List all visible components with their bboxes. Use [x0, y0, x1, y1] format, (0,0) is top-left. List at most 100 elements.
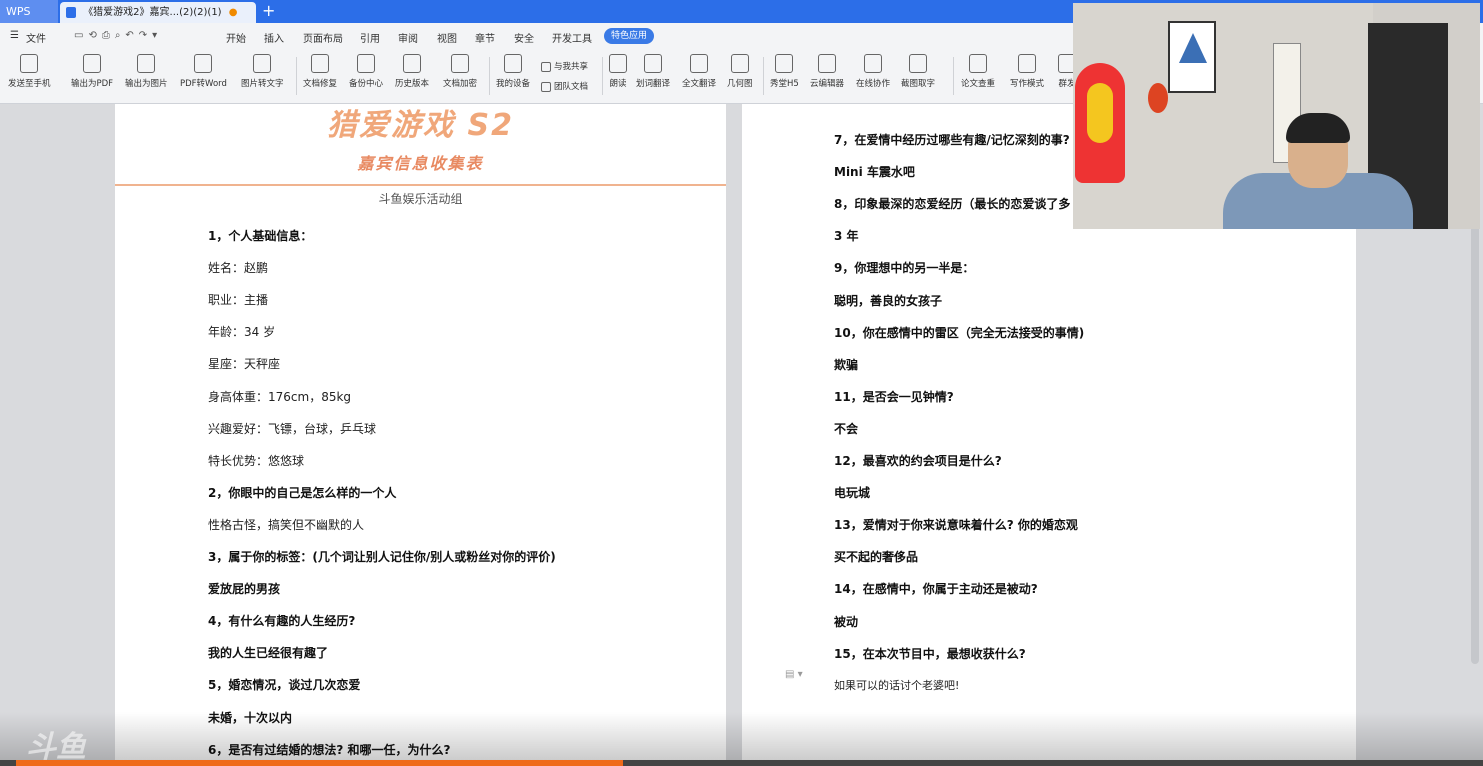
geometry-icon [730, 54, 749, 73]
text-capture-icon [909, 54, 927, 73]
document-tab-label: 《猎爱游戏2》嘉宾...(2)(2)(1) [83, 7, 222, 18]
history-button[interactable]: 历史版本 [395, 54, 429, 89]
menu-security[interactable]: 安全 [514, 30, 534, 45]
read-aloud-button[interactable]: 朗读 [609, 54, 627, 89]
doc-line: 聪明，善良的女孩子 [834, 293, 943, 308]
menu-view[interactable]: 视图 [437, 30, 457, 45]
toolbar-label: 在线协作 [856, 79, 891, 89]
doc-line: 爱放屁的男孩 [208, 582, 281, 597]
collaborate-button[interactable]: 在线协作 [856, 54, 890, 89]
webcam-overlay [1073, 3, 1480, 229]
doc-line: 3，属于你的标签：(几个词让别人记住你/别人或粉丝对你的评价) [208, 550, 556, 564]
toolbar-label: 备份中心 [349, 79, 384, 89]
h5-button[interactable]: 秀堂H5 [770, 54, 799, 89]
doc-repair-button[interactable]: 文档修复 [303, 54, 337, 89]
wps-home-tab[interactable]: WPS [0, 0, 58, 23]
geometry-button[interactable]: 几何图 [727, 54, 753, 89]
translate-icon [644, 54, 662, 73]
writing-mode-button[interactable]: 写作模式 [1010, 54, 1044, 89]
doc-line: Mini 车震水吧 [834, 165, 915, 180]
separator [296, 57, 297, 95]
toolbar-label: 发送至手机 [8, 79, 51, 89]
toolbar-label: 文档修复 [303, 79, 338, 89]
doc-line: 性格古怪，搞笑但不幽默的人 [208, 517, 365, 532]
doc-line: 13，爱情对于你来说意味着什么? 你的婚恋观 [834, 518, 1078, 533]
quick-access-icons[interactable]: ▭⟲⎙⌕↶↷▾ [74, 30, 162, 41]
doc-line: 3 年 [834, 229, 859, 244]
new-tab-button[interactable]: + [262, 0, 275, 22]
image-to-text-button[interactable]: 图片转文字 [241, 54, 284, 89]
toolbar-label: 图片转文字 [241, 79, 284, 89]
doc-line: 职业：主播 [208, 293, 269, 308]
menu-file[interactable]: 文件 [26, 30, 46, 45]
wps-tab-label: WPS [6, 5, 31, 18]
toolbar-label: 朗读 [609, 79, 627, 89]
search-doc-icon [969, 54, 987, 73]
toolbar-label: 与我共享 [554, 62, 589, 72]
toolbar-label: 文档加密 [443, 79, 478, 89]
microphone-icon [609, 54, 627, 73]
separator [602, 57, 603, 95]
pdf-to-word-button[interactable]: PDF转Word [180, 54, 227, 89]
full-translate-button[interactable]: 全文翻译 [682, 54, 716, 89]
menu-review[interactable]: 审阅 [398, 30, 418, 45]
toolbar-label: PDF转Word [180, 79, 227, 89]
doc-line: 买不起的奢侈品 [834, 550, 919, 565]
player-gradient [0, 712, 1483, 760]
toolbar-label: 几何图 [727, 79, 753, 89]
video-progress [16, 760, 623, 766]
export-pdf-button[interactable]: 输出为PDF [71, 54, 113, 89]
doc-line: 4，有什么有趣的人生经历? [208, 614, 356, 629]
send-to-phone-button[interactable]: 发送至手机 [8, 54, 51, 89]
toolbar-label: 我的设备 [496, 79, 531, 89]
doc-line: 8，印象最深的恋爱经历（最长的恋爱谈了多 [834, 197, 1071, 212]
toolbar-label: 全文翻译 [682, 79, 717, 89]
backup-center-button[interactable]: 备份中心 [349, 54, 383, 89]
menu-insert[interactable]: 插入 [264, 30, 284, 45]
separator [489, 57, 490, 95]
document-title: 猎爱游戏 S2 [327, 108, 514, 143]
comment-icon[interactable]: ▤ ▾ [785, 669, 803, 680]
document-page-left[interactable]: 猎爱游戏 S2 嘉宾信息收集表 斗鱼娱乐活动组 1，个人基础信息： 姓名：赵鹏 职业… [115, 104, 726, 766]
doc-line: 7，在爱情中经历过哪些有趣/记忆深刻的事? [834, 133, 1070, 147]
export-image-button[interactable]: 输出为图片 [125, 54, 168, 89]
toolbar-label: 秀堂H5 [770, 79, 799, 89]
hamburger-icon[interactable]: ☰ [10, 30, 19, 41]
shared-with-me-button[interactable]: 与我共享 [541, 60, 588, 72]
paper-check-button[interactable]: 论文查重 [961, 54, 995, 89]
phone-icon [20, 54, 39, 73]
menu-reference[interactable]: 引用 [360, 30, 380, 45]
toolbar-label: 输出为图片 [125, 79, 168, 89]
encrypt-button[interactable]: 文档加密 [443, 54, 477, 89]
unsaved-dot-icon: ● [228, 7, 238, 18]
toolbar-label: 团队文档 [554, 82, 589, 92]
backup-icon [357, 54, 375, 73]
menu-layout[interactable]: 页面布局 [303, 30, 343, 45]
cloud-icon [818, 54, 836, 73]
document-org: 斗鱼娱乐活动组 [378, 192, 463, 206]
doc-line: 姓名：赵鹏 [208, 261, 269, 276]
menu-chapter[interactable]: 章节 [475, 30, 495, 45]
sailboat-icon [1179, 33, 1207, 63]
cloud-editor-button[interactable]: 云编辑器 [810, 54, 844, 89]
screenshot-text-button[interactable]: 截图取字 [901, 54, 935, 89]
repair-icon [311, 54, 329, 73]
doc-line: 不会 [834, 421, 859, 436]
menu-special-apps[interactable]: 特色应用 [604, 28, 655, 44]
toolbar-label: 截图取字 [901, 79, 936, 89]
menu-home[interactable]: 开始 [226, 30, 246, 45]
doc-line: 2，你眼中的自己是怎么样的一个人 [208, 485, 397, 500]
team-docs-button[interactable]: 团队文档 [541, 80, 588, 92]
pen-icon [1018, 54, 1036, 73]
separator [763, 57, 764, 95]
doc-line: 身高体重：176cm，85kg [208, 389, 352, 404]
doc-line: 14，在感情中，你属于主动还是被动? [834, 582, 1038, 597]
doc-line: 我的人生已经很有趣了 [208, 646, 329, 661]
my-device-button[interactable]: 我的设备 [496, 54, 530, 89]
toolbar-label: 云编辑器 [810, 79, 845, 89]
menu-developer[interactable]: 开发工具 [552, 30, 592, 45]
document-tab[interactable]: 《猎爱游戏2》嘉宾...(2)(2)(1) ● [60, 2, 256, 23]
doc-line: 10，你在感情中的雷区（完全无法接受的事情) [834, 325, 1085, 340]
pdf-word-icon [194, 54, 213, 73]
word-translate-button[interactable]: 划词翻译 [636, 54, 670, 89]
